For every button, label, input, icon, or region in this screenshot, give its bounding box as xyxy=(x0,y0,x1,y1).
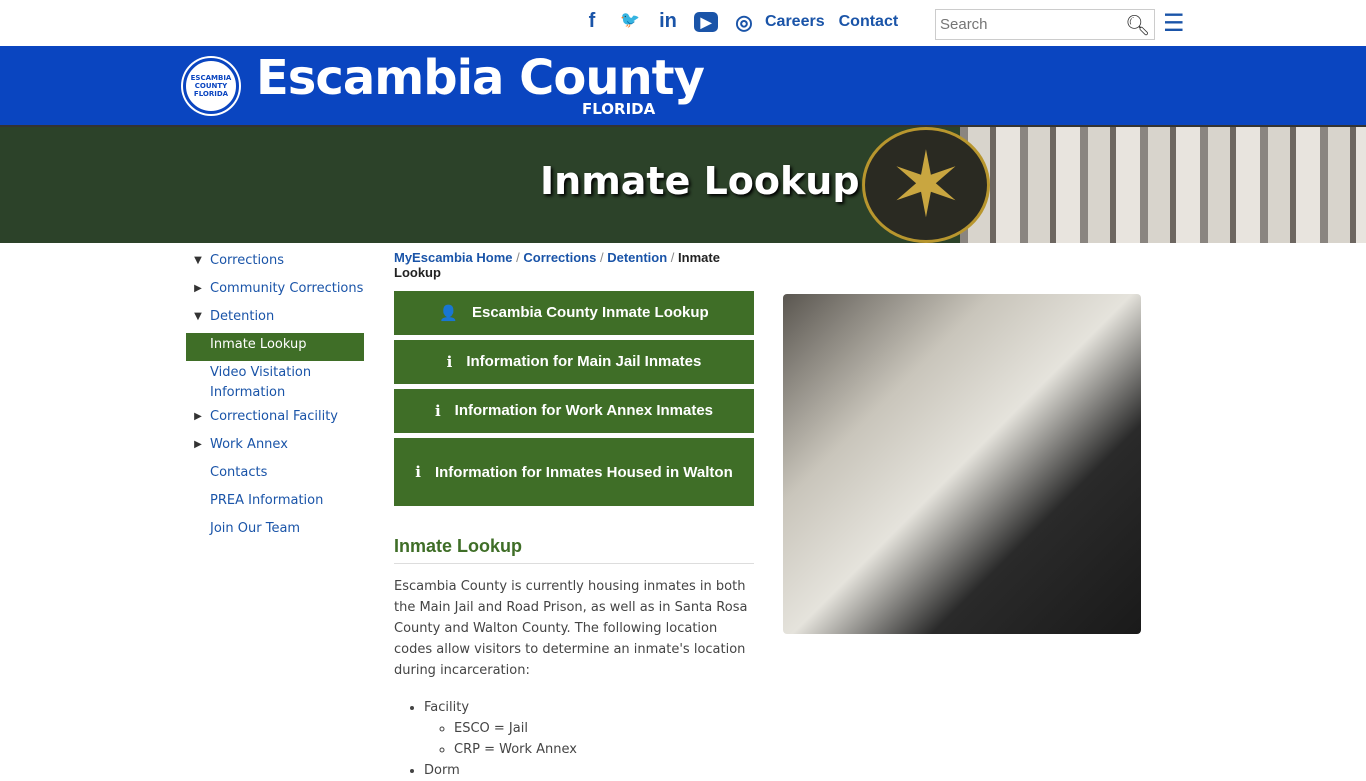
contact-link[interactable]: Contact xyxy=(839,13,899,31)
social-links: f 🐦 in ▶ ◎ xyxy=(580,10,756,35)
sidebar-item-label: Inmate Lookup xyxy=(210,337,307,352)
button-label: Information for Inmates Housed in Walton xyxy=(434,463,733,481)
list-item: Facility ESCO = Jail CRP = Work Annex xyxy=(424,697,754,760)
section-paragraph: Escambia County is currently housing inm… xyxy=(394,579,748,678)
menu-icon[interactable]: ☰ xyxy=(1163,9,1185,37)
section-heading: Inmate Lookup xyxy=(394,536,754,564)
list-item: CRP = Work Annex xyxy=(454,739,754,760)
button-label: Information for Main Jail Inmates xyxy=(466,353,702,370)
site-title[interactable]: Escambia County xyxy=(256,50,705,106)
sidebar-item-label: Community Corrections xyxy=(210,281,364,296)
breadcrumb-corrections[interactable]: Corrections xyxy=(523,250,596,265)
twitter-icon[interactable]: 🐦 xyxy=(618,10,642,35)
sidebar-item-label: PREA Information xyxy=(210,493,324,508)
caret-right-icon[interactable]: ▶ xyxy=(186,279,210,299)
list-label: Facility xyxy=(424,700,470,715)
breadcrumb: MyEscambia Home / Corrections / Detentio… xyxy=(394,250,720,280)
sidebar-item[interactable]: ▶ Work Annex xyxy=(186,433,364,461)
jail-cells-image xyxy=(960,127,1366,243)
main-content: MyEscambia Home / Corrections / Detentio… xyxy=(394,250,754,781)
info-icon: i xyxy=(434,402,441,420)
caret-right-icon[interactable]: ▶ xyxy=(186,435,210,455)
search-icon[interactable]: 🔍︎ xyxy=(1125,13,1150,37)
site-subtitle: FLORIDA xyxy=(582,100,656,118)
sidebar-item-label: Correctional Facility xyxy=(210,409,338,424)
county-seal-logo[interactable]: ESCAMBIA COUNTY FLORIDA xyxy=(183,58,239,114)
breadcrumb-detention[interactable]: Detention xyxy=(607,250,667,265)
info-icon: i xyxy=(446,353,453,371)
search-input[interactable] xyxy=(936,16,1121,33)
info-icon: i xyxy=(415,462,421,481)
page-title: Inmate Lookup xyxy=(540,159,860,203)
instagram-icon[interactable]: ◎ xyxy=(732,10,756,35)
facebook-icon[interactable]: f xyxy=(580,10,604,35)
breadcrumb-home[interactable]: MyEscambia Home xyxy=(394,250,513,265)
caret-down-icon[interactable]: ▼ xyxy=(186,251,210,271)
button-label: Information for Work Annex Inmates xyxy=(454,402,714,419)
sidebar-item-label: Detention xyxy=(210,309,275,324)
site-header: ESCAMBIA COUNTY FLORIDA Escambia County FL… xyxy=(0,46,1366,127)
caret-right-icon[interactable]: ▶ xyxy=(186,407,210,427)
sidebar-item[interactable]: Contacts xyxy=(186,461,364,489)
inmate-lookup-button[interactable]: 👤 Escambia County Inmate Lookup xyxy=(394,291,754,335)
walton-info-button[interactable]: i Information for Inmates Housed in Walto… xyxy=(394,438,754,506)
caret-down-icon[interactable]: ▼ xyxy=(186,307,210,327)
sidebar-item[interactable]: Join Our Team xyxy=(186,517,364,545)
sidebar-item-label: Join Our Team xyxy=(210,521,301,536)
location-codes-list: Facility ESCO = Jail CRP = Work Annex Do… xyxy=(394,697,754,781)
button-label: Escambia County Inmate Lookup xyxy=(471,304,709,321)
officer-at-desk-photo xyxy=(783,294,1141,634)
sidebar-item-label: Video Visitation Information xyxy=(210,365,312,400)
linkedin-icon[interactable]: in xyxy=(656,10,680,35)
search-box: 🔍︎ xyxy=(935,9,1155,40)
sidebar-item[interactable]: ▶ Community Corrections xyxy=(186,277,364,305)
sidebar-item[interactable]: PREA Information xyxy=(186,489,364,517)
list-item: ESCO = Jail xyxy=(454,718,754,739)
sidebar-item-label: Contacts xyxy=(210,465,268,480)
youtube-icon[interactable]: ▶ xyxy=(694,12,718,32)
sidebar-item[interactable]: ▼ Detention xyxy=(186,305,364,333)
top-bar: f 🐦 in ▶ ◎ Careers Contact 🔍︎ ☰ xyxy=(0,0,1366,46)
sheriff-star-icon: ✶ xyxy=(862,127,990,243)
sidebar-item-label: Corrections xyxy=(210,253,285,268)
sidebar-item[interactable]: ▼ Corrections xyxy=(186,249,364,277)
sidebar-nav: ▼ Corrections ▶ Community Corrections ▼ Deten… xyxy=(186,249,364,545)
work-annex-info-button[interactable]: i Information for Work Annex Inmates xyxy=(394,389,754,433)
sidebar-item[interactable]: Inmate Lookup xyxy=(186,333,364,361)
sidebar-item-label: Work Annex xyxy=(210,437,288,452)
sidebar-item[interactable]: ▶ Correctional Facility xyxy=(186,405,364,433)
list-item: Dorm xyxy=(424,760,754,781)
careers-link[interactable]: Careers xyxy=(765,13,825,31)
sidebar-item[interactable]: Video Visitation Information xyxy=(186,361,364,405)
user-icon: 👤 xyxy=(439,304,458,322)
main-jail-info-button[interactable]: i Information for Main Jail Inmates xyxy=(394,340,754,384)
hero-banner: ✶ Inmate Lookup xyxy=(0,127,1366,243)
